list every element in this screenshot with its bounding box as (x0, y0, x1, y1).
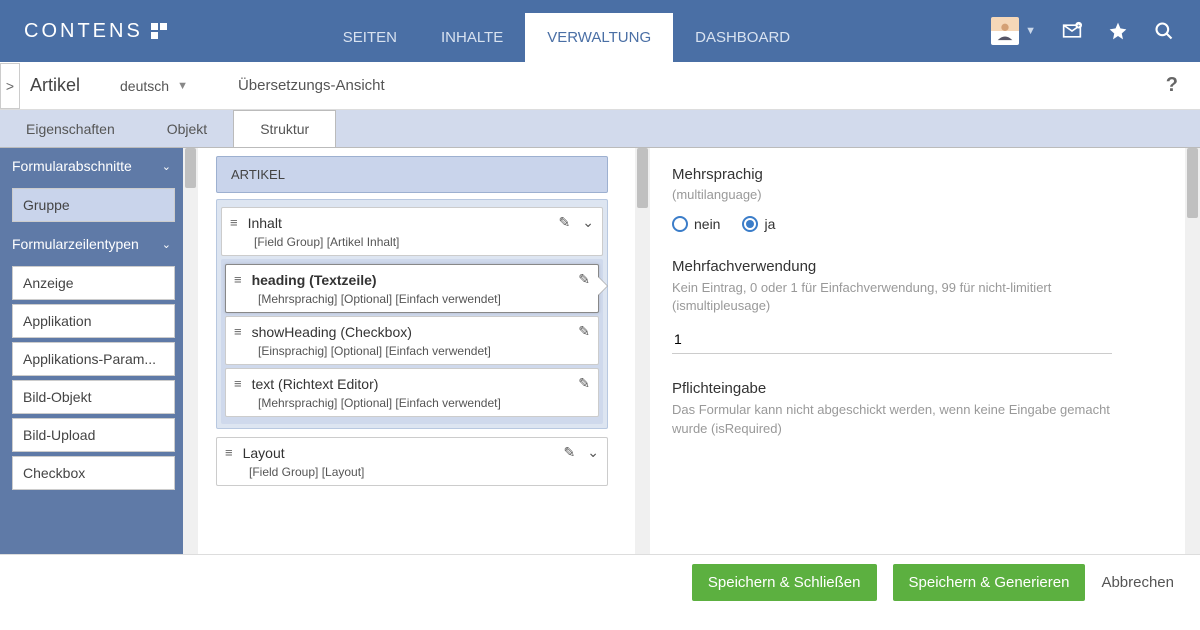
avatar-icon (991, 17, 1019, 45)
side-item-anzeige[interactable]: Anzeige (12, 266, 175, 300)
side-item-bild-upload[interactable]: Bild-Upload (12, 418, 175, 452)
row-text[interactable]: ≡ text (Richtext Editor) ✎ [Mehrsprachig… (225, 368, 599, 417)
row-title: Inhalt (248, 215, 559, 231)
radio-ja[interactable]: ja (742, 216, 775, 232)
sidebar-scrollbar[interactable] (183, 148, 198, 554)
tab-bar: Eigenschaften Objekt Struktur (0, 110, 1200, 148)
chevron-down-icon[interactable]: ⌄ (587, 444, 599, 461)
side-item-checkbox[interactable]: Checkbox (12, 456, 175, 490)
side-item-applikations-param[interactable]: Applikations-Param... (12, 342, 175, 376)
label-mehrsprachig: Mehrsprachig (672, 166, 1190, 183)
save-close-button[interactable]: Speichern & Schließen (692, 564, 877, 601)
label-pflichteingabe: Pflichteingabe (672, 380, 1190, 397)
translation-view-link[interactable]: Übersetzungs-Ansicht (238, 77, 385, 94)
help-icon[interactable]: ? (1166, 74, 1178, 97)
row-title: heading (Textzeile) (252, 272, 579, 288)
nav-seiten[interactable]: SEITEN (321, 13, 419, 62)
field-group-inhalt: ≡ Inhalt ✎ ⌄ [Field Group] [Artikel Inhal… (216, 199, 608, 429)
row-layout[interactable]: ≡ Layout ✎ ⌄ [Field Group] [Layout] (216, 437, 608, 486)
page-title: Artikel (30, 75, 80, 96)
desc-mehrfachverwendung: Kein Eintrag, 0 oder 1 für Einfachverwen… (672, 279, 1132, 315)
cancel-button[interactable]: Abbrechen (1101, 574, 1174, 591)
chevron-down-icon: ⌄ (162, 160, 171, 173)
nav-dashboard[interactable]: DASHBOARD (673, 13, 812, 62)
panel-toggle[interactable]: > (0, 63, 20, 109)
input-ismultipleusage[interactable] (672, 325, 1112, 354)
drag-handle-icon[interactable]: ≡ (234, 325, 242, 338)
properties-panel: Mehrsprachig (multilanguage) nein ja Meh… (650, 148, 1200, 554)
footer-bar: Speichern & Schließen Speichern & Generi… (0, 554, 1200, 610)
nav-inhalte[interactable]: INHALTE (419, 13, 525, 62)
row-heading[interactable]: ≡ heading (Textzeile) ✎ [Mehrsprachig] [… (225, 264, 599, 313)
side-item-applikation[interactable]: Applikation (12, 304, 175, 338)
row-title: showHeading (Checkbox) (252, 324, 579, 340)
right-scrollbar[interactable] (1185, 148, 1200, 554)
top-bar: CONTENS SEITEN INHALTE VERWALTUNG DASHBO… (0, 0, 1200, 62)
tab-eigenschaften[interactable]: Eigenschaften (0, 111, 141, 147)
desc-pflichteingabe: Das Formular kann nicht abgeschickt werd… (672, 401, 1132, 437)
tab-objekt[interactable]: Objekt (141, 111, 233, 147)
side-section-formularabschnitte[interactable]: Formularabschnitte⌄ (0, 148, 183, 184)
sub-bar: > Artikel deutsch ▼ Übersetzungs-Ansicht… (0, 62, 1200, 110)
radio-group-mehrsprachig: nein ja (672, 216, 1190, 232)
side-item-gruppe[interactable]: Gruppe (12, 188, 175, 222)
search-icon[interactable] (1154, 21, 1174, 41)
top-nav: SEITEN INHALTE VERWALTUNG DASHBOARD (321, 0, 812, 62)
chevron-down-icon[interactable]: ⌄ (582, 214, 594, 231)
artikel-header[interactable]: ARTIKEL (216, 156, 608, 193)
lang-select[interactable]: deutsch (120, 78, 169, 94)
label-mehrfachverwendung: Mehrfachverwendung (672, 258, 1190, 275)
row-inhalt[interactable]: ≡ Inhalt ✎ ⌄ [Field Group] [Artikel Inhal… (221, 207, 603, 256)
drag-handle-icon[interactable]: ≡ (234, 273, 242, 286)
row-showheading[interactable]: ≡ showHeading (Checkbox) ✎ [Einsprachig]… (225, 316, 599, 365)
star-icon[interactable] (1108, 21, 1128, 41)
top-bar-right: ▼ + (991, 17, 1200, 45)
edit-icon[interactable]: ✎ (564, 444, 576, 461)
row-title: text (Richtext Editor) (252, 376, 579, 392)
svg-text:+: + (1077, 24, 1081, 30)
row-sub: [Mehrsprachig] [Optional] [Einfach verwe… (258, 396, 590, 410)
edit-icon[interactable]: ✎ (559, 214, 571, 231)
drag-handle-icon[interactable]: ≡ (234, 377, 242, 390)
side-item-bild-objekt[interactable]: Bild-Objekt (12, 380, 175, 414)
avatar-menu[interactable]: ▼ (991, 17, 1036, 45)
drag-handle-icon[interactable]: ≡ (230, 216, 238, 229)
mail-icon[interactable]: + (1062, 21, 1082, 41)
main-area: Formularabschnitte⌄ Gruppe Formularzeile… (0, 148, 1200, 554)
side-section-formularzeilentypen[interactable]: Formularzeilentypen⌄ (0, 226, 183, 262)
center-scrollbar[interactable] (635, 148, 650, 554)
nav-verwaltung[interactable]: VERWALTUNG (525, 13, 673, 62)
side-panel: Formularabschnitte⌄ Gruppe Formularzeile… (0, 148, 198, 554)
tab-struktur[interactable]: Struktur (233, 110, 336, 147)
chevron-down-icon: ⌄ (162, 238, 171, 251)
drag-handle-icon[interactable]: ≡ (225, 446, 233, 459)
row-title: Layout (243, 445, 564, 461)
row-sub: [Mehrsprachig] [Optional] [Einfach verwe… (258, 292, 590, 306)
brand: CONTENS (0, 20, 191, 43)
radio-nein[interactable]: nein (672, 216, 720, 232)
edit-icon[interactable]: ✎ (578, 271, 590, 288)
save-generate-button[interactable]: Speichern & Generieren (893, 564, 1086, 601)
edit-icon[interactable]: ✎ (578, 323, 590, 340)
tech-multilanguage: (multilanguage) (672, 187, 1190, 202)
row-sub: [Field Group] [Artikel Inhalt] (254, 235, 594, 249)
brand-icon (151, 23, 167, 39)
edit-icon[interactable]: ✎ (578, 375, 590, 392)
row-sub: [Field Group] [Layout] (249, 465, 599, 479)
center-panel: ARTIKEL ≡ Inhalt ✎ ⌄ [Field Group] [Artik… (198, 148, 650, 554)
chevron-down-icon[interactable]: ▼ (177, 80, 188, 92)
row-sub: [Einsprachig] [Optional] [Einfach verwen… (258, 344, 590, 358)
